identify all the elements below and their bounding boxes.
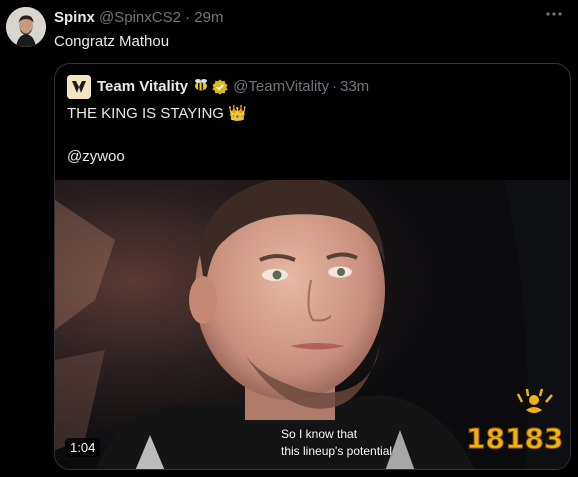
subtitle-line2: this lineup's potential (281, 444, 393, 458)
tweet-header: Spinx @SpinxCS2 · 29m (54, 8, 223, 28)
author-handle[interactable]: @SpinxCS2 (99, 9, 181, 26)
quote-author-name[interactable]: Team Vitality (97, 76, 188, 98)
watermark-logo: 18183 (462, 388, 568, 461)
video-subtitle: So I know that this lineup's potential (281, 426, 392, 460)
watermark-text: 18183 (466, 422, 563, 455)
quoted-tweet[interactable]: Team Vitality @TeamVitality · 33m THE KI… (54, 63, 571, 470)
quote-text-line1: THE KING IS STAYING 👑 (67, 105, 247, 122)
quote-time[interactable]: 33m (340, 76, 369, 98)
tweet-time[interactable]: 29m (194, 9, 223, 26)
more-options-icon[interactable] (540, 4, 568, 28)
quote-text-mention[interactable]: @zywoo (67, 147, 125, 167)
video-duration: 1:04 (65, 438, 101, 457)
verified-badge-icon[interactable] (212, 79, 228, 95)
quote-header: Team Vitality @TeamVitality · 33m (67, 75, 369, 99)
author-name[interactable]: Spinx (54, 9, 95, 26)
separator-dot: · (185, 9, 191, 26)
quote-author-handle[interactable]: @TeamVitality (233, 76, 329, 98)
quote-author-avatar[interactable] (67, 75, 91, 99)
quote-separator-dot: · (331, 78, 337, 95)
bee-emoji-icon (193, 76, 209, 98)
author-avatar[interactable] (6, 7, 46, 47)
tweet-text: Congratz Mathou (54, 33, 170, 50)
subtitle-line1: So I know that (281, 427, 358, 441)
video-player[interactable]: 1:04 So I know that this lineup's potent… (55, 180, 570, 469)
